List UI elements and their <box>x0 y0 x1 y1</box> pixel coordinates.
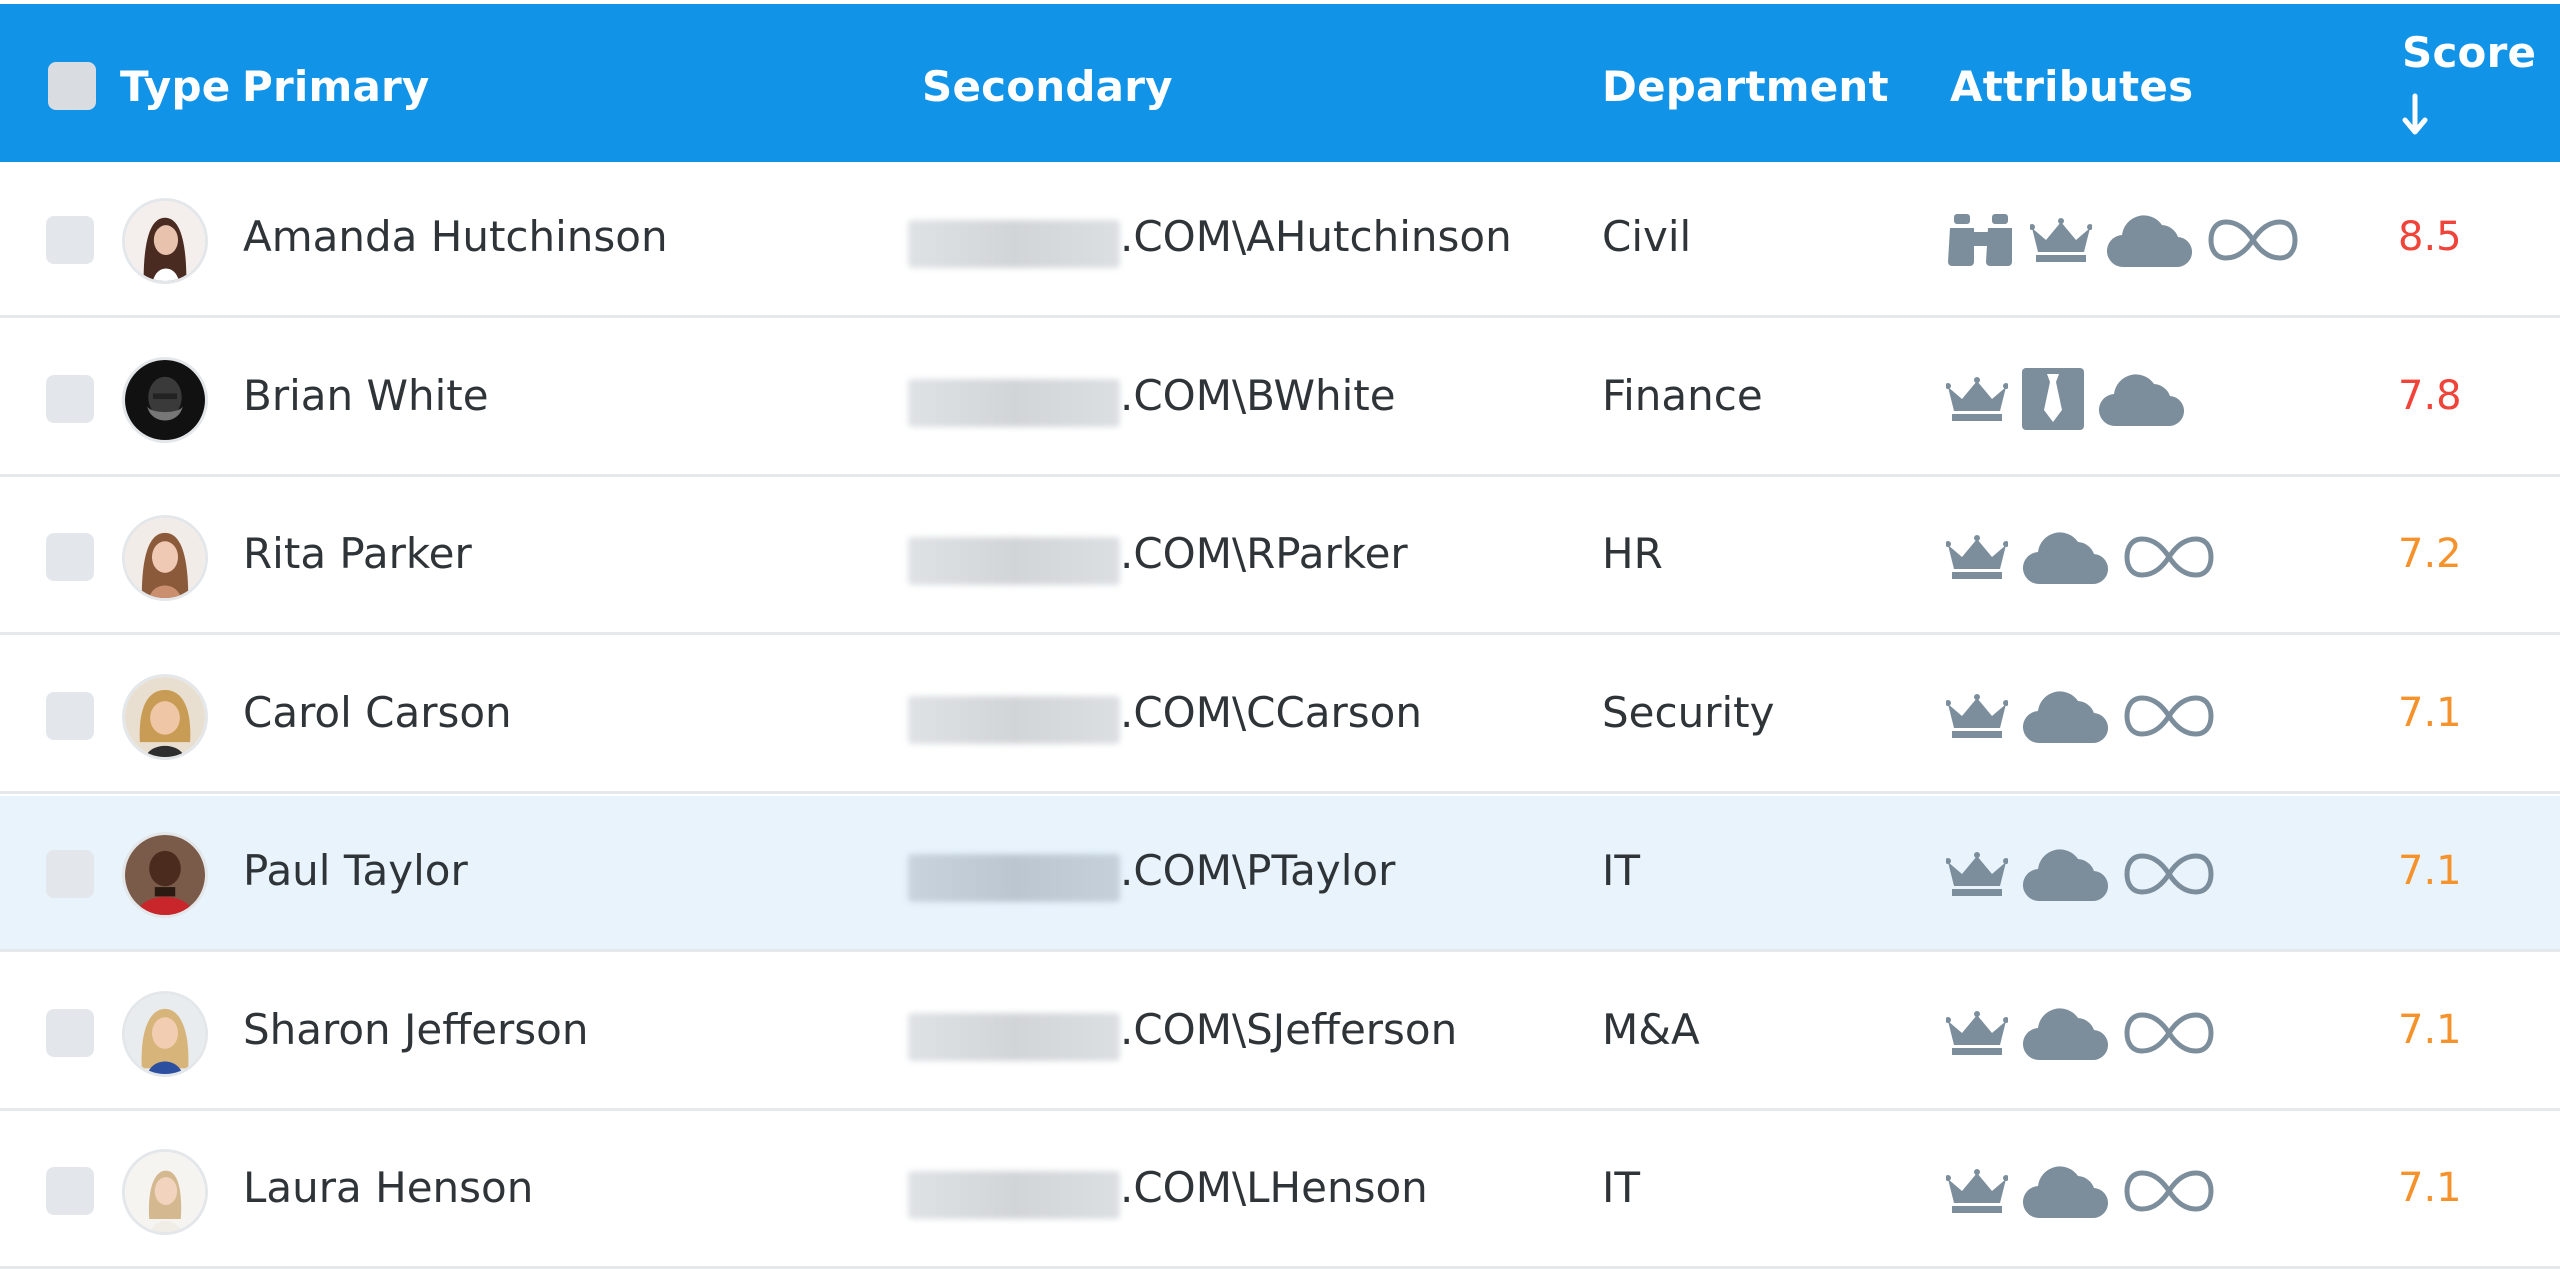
table-row[interactable]: Brian White .COM\BWhite Finance 7.8 <box>0 321 2560 477</box>
cloud-icon <box>2022 1004 2110 1062</box>
redacted-domain <box>908 1013 1120 1061</box>
avatar <box>122 198 208 284</box>
primary-name[interactable]: Amanda Hutchinson <box>243 212 668 261</box>
row-checkbox[interactable] <box>46 692 94 740</box>
table-row[interactable]: Amanda Hutchinson .COM\AHutchinson Civil 8.… <box>0 162 2560 318</box>
cloud-icon <box>2022 845 2110 903</box>
avatar <box>122 357 208 443</box>
primary-name[interactable]: Brian White <box>243 371 489 420</box>
score: 7.1 <box>2398 1007 2462 1053</box>
redacted-domain <box>908 220 1120 268</box>
crown-icon <box>1946 377 2008 421</box>
attribute-icons <box>1946 1159 2214 1223</box>
cloud-icon <box>2022 1162 2110 1220</box>
cloud-icon <box>2106 211 2194 269</box>
crown-icon <box>1946 852 2008 896</box>
score: 7.1 <box>2398 1165 2462 1211</box>
primary-name[interactable]: Sharon Jefferson <box>243 1005 589 1054</box>
redacted-domain <box>908 537 1120 585</box>
infinity-icon <box>2124 533 2214 581</box>
redacted-domain <box>908 379 1120 427</box>
row-checkbox[interactable] <box>46 1009 94 1057</box>
table-row[interactable]: Sharon Jefferson .COM\SJefferson M&A 7.1 <box>0 955 2560 1111</box>
table-row[interactable]: Rita Parker .COM\RParker HR 7.2 <box>0 479 2560 635</box>
column-header-primary[interactable]: Primary <box>242 62 430 111</box>
binoculars-icon <box>1946 214 2016 266</box>
column-header-secondary[interactable]: Secondary <box>922 62 1173 111</box>
crown-icon <box>1946 694 2008 738</box>
row-checkbox[interactable] <box>46 375 94 423</box>
primary-name[interactable]: Paul Taylor <box>243 846 468 895</box>
secondary-account: .COM\CCarson <box>1120 688 1422 737</box>
select-all-checkbox[interactable] <box>48 62 96 110</box>
score: 7.2 <box>2398 531 2462 577</box>
primary-name[interactable]: Carol Carson <box>243 688 512 737</box>
score: 7.8 <box>2398 373 2462 419</box>
crown-icon <box>2030 218 2092 262</box>
column-header-department[interactable]: Department <box>1602 62 1889 111</box>
primary-name[interactable]: Rita Parker <box>243 529 472 578</box>
score: 8.5 <box>2398 214 2462 260</box>
department: IT <box>1602 846 1641 895</box>
avatar <box>122 674 208 760</box>
table-row[interactable]: Paul Taylor .COM\PTaylor IT 7.1 <box>0 796 2560 952</box>
score: 7.1 <box>2398 848 2462 894</box>
crown-icon <box>1946 1011 2008 1055</box>
department: Security <box>1602 688 1775 737</box>
secondary-account: .COM\PTaylor <box>1120 846 1396 895</box>
department: IT <box>1602 1163 1641 1212</box>
crown-icon <box>1946 1169 2008 1213</box>
attribute-icons <box>1946 208 2298 272</box>
department: Finance <box>1602 371 1763 420</box>
cloud-icon <box>2098 370 2186 428</box>
attribute-icons <box>1946 1001 2214 1065</box>
infinity-icon <box>2124 1167 2214 1215</box>
avatar <box>122 832 208 918</box>
cloud-icon <box>2022 528 2110 586</box>
avatar <box>122 515 208 601</box>
attribute-icons <box>1946 842 2214 906</box>
infinity-icon <box>2124 1009 2214 1057</box>
secondary-account: .COM\RParker <box>1120 529 1408 578</box>
row-checkbox[interactable] <box>46 216 94 264</box>
department: M&A <box>1602 1005 1700 1054</box>
sort-descending-icon[interactable] <box>2400 92 2430 138</box>
attribute-icons <box>1946 525 2214 589</box>
primary-name[interactable]: Laura Henson <box>243 1163 533 1212</box>
cloud-icon <box>2022 687 2110 745</box>
row-checkbox[interactable] <box>46 533 94 581</box>
row-checkbox[interactable] <box>46 850 94 898</box>
row-checkbox[interactable] <box>46 1167 94 1215</box>
infinity-icon <box>2124 692 2214 740</box>
department: Civil <box>1602 212 1692 261</box>
column-header-score[interactable]: Score <box>2402 28 2536 77</box>
table-header: Type Primary Secondary Department Attrib… <box>0 4 2560 162</box>
identity-table: Type Primary Secondary Department Attrib… <box>0 0 2560 1269</box>
department: HR <box>1602 529 1663 578</box>
secondary-account: .COM\BWhite <box>1120 371 1396 420</box>
redacted-domain <box>908 854 1120 902</box>
necktie-icon <box>2022 368 2084 430</box>
table-row[interactable]: Carol Carson .COM\CCarson Security 7.1 <box>0 638 2560 794</box>
avatar <box>122 991 208 1077</box>
column-header-type[interactable]: Type <box>120 62 230 111</box>
score: 7.1 <box>2398 690 2462 736</box>
redacted-domain <box>908 1171 1120 1219</box>
redacted-domain <box>908 696 1120 744</box>
attribute-icons <box>1946 367 2186 431</box>
column-header-attributes[interactable]: Attributes <box>1950 62 2193 111</box>
secondary-account: .COM\SJefferson <box>1120 1005 1458 1054</box>
secondary-account: .COM\AHutchinson <box>1120 212 1512 261</box>
crown-icon <box>1946 535 2008 579</box>
table-row[interactable]: Laura Henson .COM\LHenson IT 7.1 <box>0 1113 2560 1269</box>
attribute-icons <box>1946 684 2214 748</box>
infinity-icon <box>2208 216 2298 264</box>
secondary-account: .COM\LHenson <box>1120 1163 1428 1212</box>
avatar <box>122 1149 208 1235</box>
infinity-icon <box>2124 850 2214 898</box>
